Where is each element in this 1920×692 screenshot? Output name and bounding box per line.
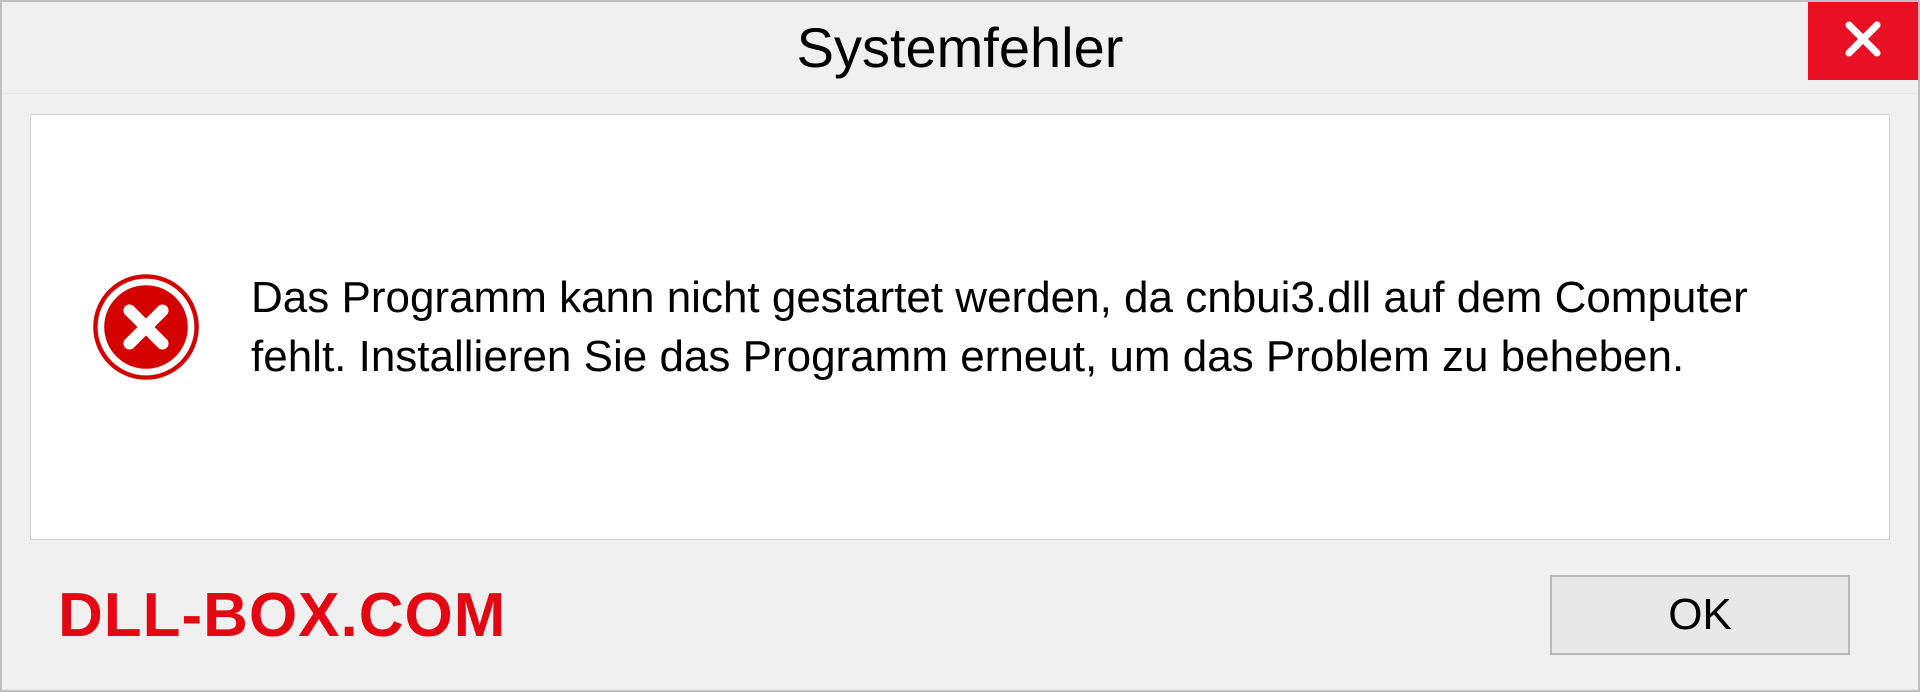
error-icon xyxy=(91,272,201,382)
dialog-footer: DLL-BOX.COM OK xyxy=(30,540,1890,690)
titlebar: Systemfehler xyxy=(2,2,1918,94)
error-message: Das Programm kann nicht gestartet werden… xyxy=(251,268,1829,387)
error-dialog: Systemfehler Das Programm kan xyxy=(0,0,1920,692)
close-button[interactable] xyxy=(1808,2,1918,80)
close-icon xyxy=(1839,15,1887,68)
ok-button[interactable]: OK xyxy=(1550,575,1850,655)
dialog-title: Systemfehler xyxy=(797,15,1124,80)
watermark-text: DLL-BOX.COM xyxy=(58,580,506,651)
message-box: Das Programm kann nicht gestartet werden… xyxy=(30,114,1890,540)
content-area: Das Programm kann nicht gestartet werden… xyxy=(2,94,1918,690)
